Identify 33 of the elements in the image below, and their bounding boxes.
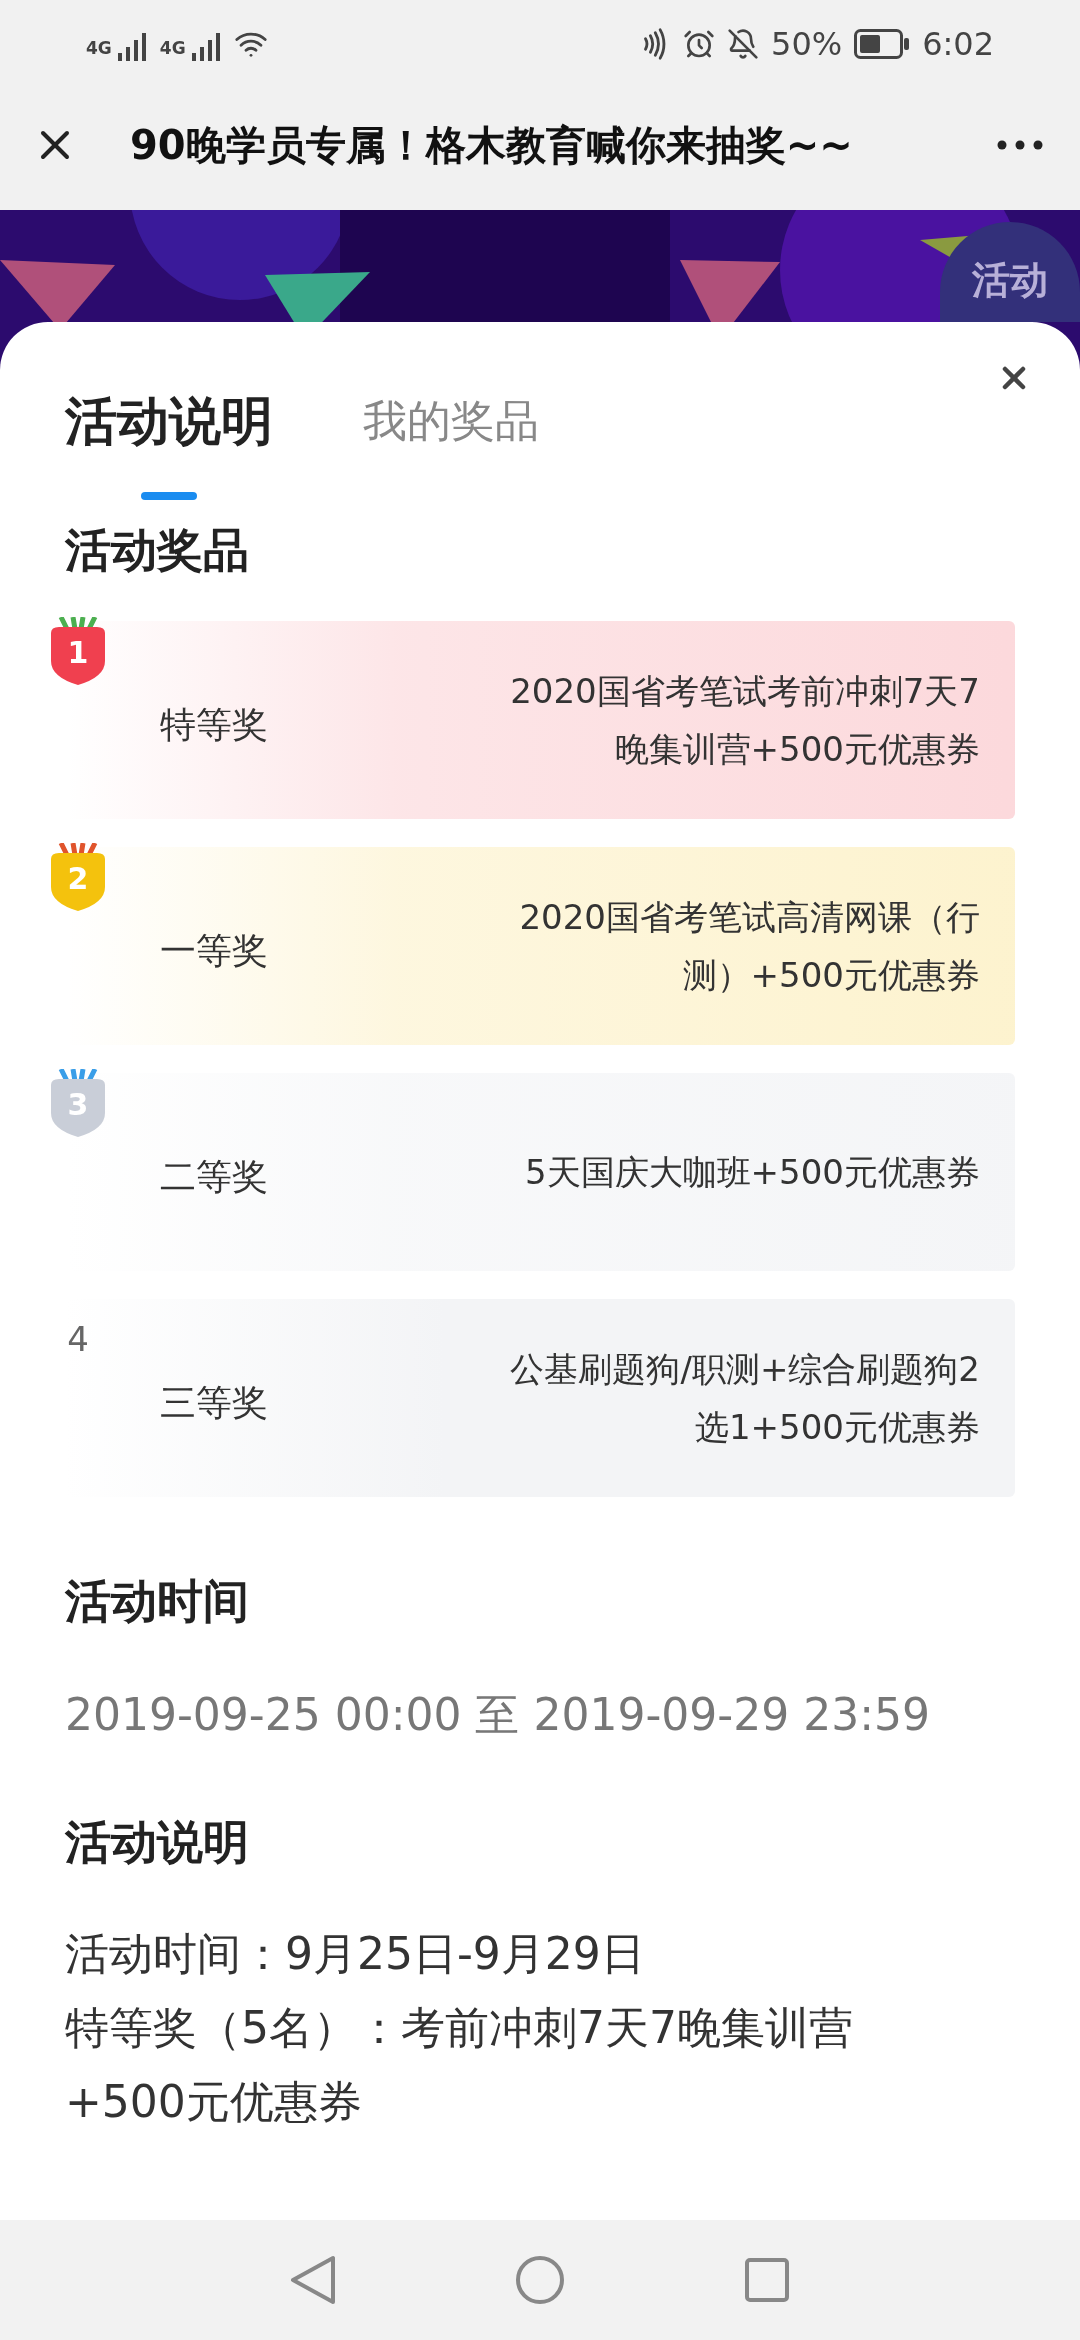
- clock-time: 6:02: [922, 24, 994, 65]
- alarm-icon: [683, 28, 715, 60]
- page-title: 90晚学员专属！格木教育喊你来抽奖~~: [130, 121, 854, 170]
- prize-description: 2020国省考笔试高清网课（行测）+500元优惠券: [518, 896, 980, 997]
- prize-name-label: 三等奖: [160, 1381, 268, 1425]
- back-icon[interactable]: [289, 2255, 336, 2305]
- network-type: 4G: [159, 36, 186, 60]
- rule-text: 特等奖（5名）：考前冲刺7天7晚集训营+500元优惠券: [65, 2001, 854, 2129]
- network-type: 4G: [86, 36, 112, 60]
- prize-name-label: 二等奖: [160, 1155, 268, 1199]
- signal-icon: [191, 33, 222, 61]
- signal-icon: [117, 33, 148, 61]
- bell-off-icon: [727, 28, 759, 60]
- more-icon: [997, 140, 1043, 150]
- tab[interactable]: 活动说明: [65, 386, 273, 500]
- prize-description: 2020国省考笔试考前冲刺7天7晚集训营+500元优惠券: [510, 670, 980, 771]
- section-heading: 活动时间: [65, 1573, 250, 1630]
- battery-percent: 50%: [771, 24, 843, 65]
- home-icon[interactable]: [515, 2255, 565, 2305]
- tab[interactable]: 我的奖品: [363, 386, 539, 500]
- activity-time: 2019-09-25 00:00 至 2019-09-29 23:59: [65, 1688, 931, 1742]
- section-heading: 活动说明: [65, 1814, 250, 1871]
- section-heading: 活动奖品: [65, 522, 250, 579]
- rank-number: 4: [67, 1318, 89, 1361]
- rule-text: 活动时间：9月25日-9月29日: [65, 1927, 646, 1981]
- prize-name-label: 一等奖: [160, 929, 268, 973]
- medal-number: 2: [66, 860, 90, 898]
- prize-description: 公基刷题狗/职测+综合刷题狗2选1+500元优惠券: [510, 1348, 980, 1449]
- recents-icon[interactable]: [744, 2257, 791, 2303]
- prize-name-label: 特等奖: [160, 703, 268, 747]
- prize-description: 5天国庆大咖班+500元优惠券: [524, 1151, 980, 1194]
- battery-icon: [854, 29, 911, 59]
- medal-number: 1: [66, 634, 90, 672]
